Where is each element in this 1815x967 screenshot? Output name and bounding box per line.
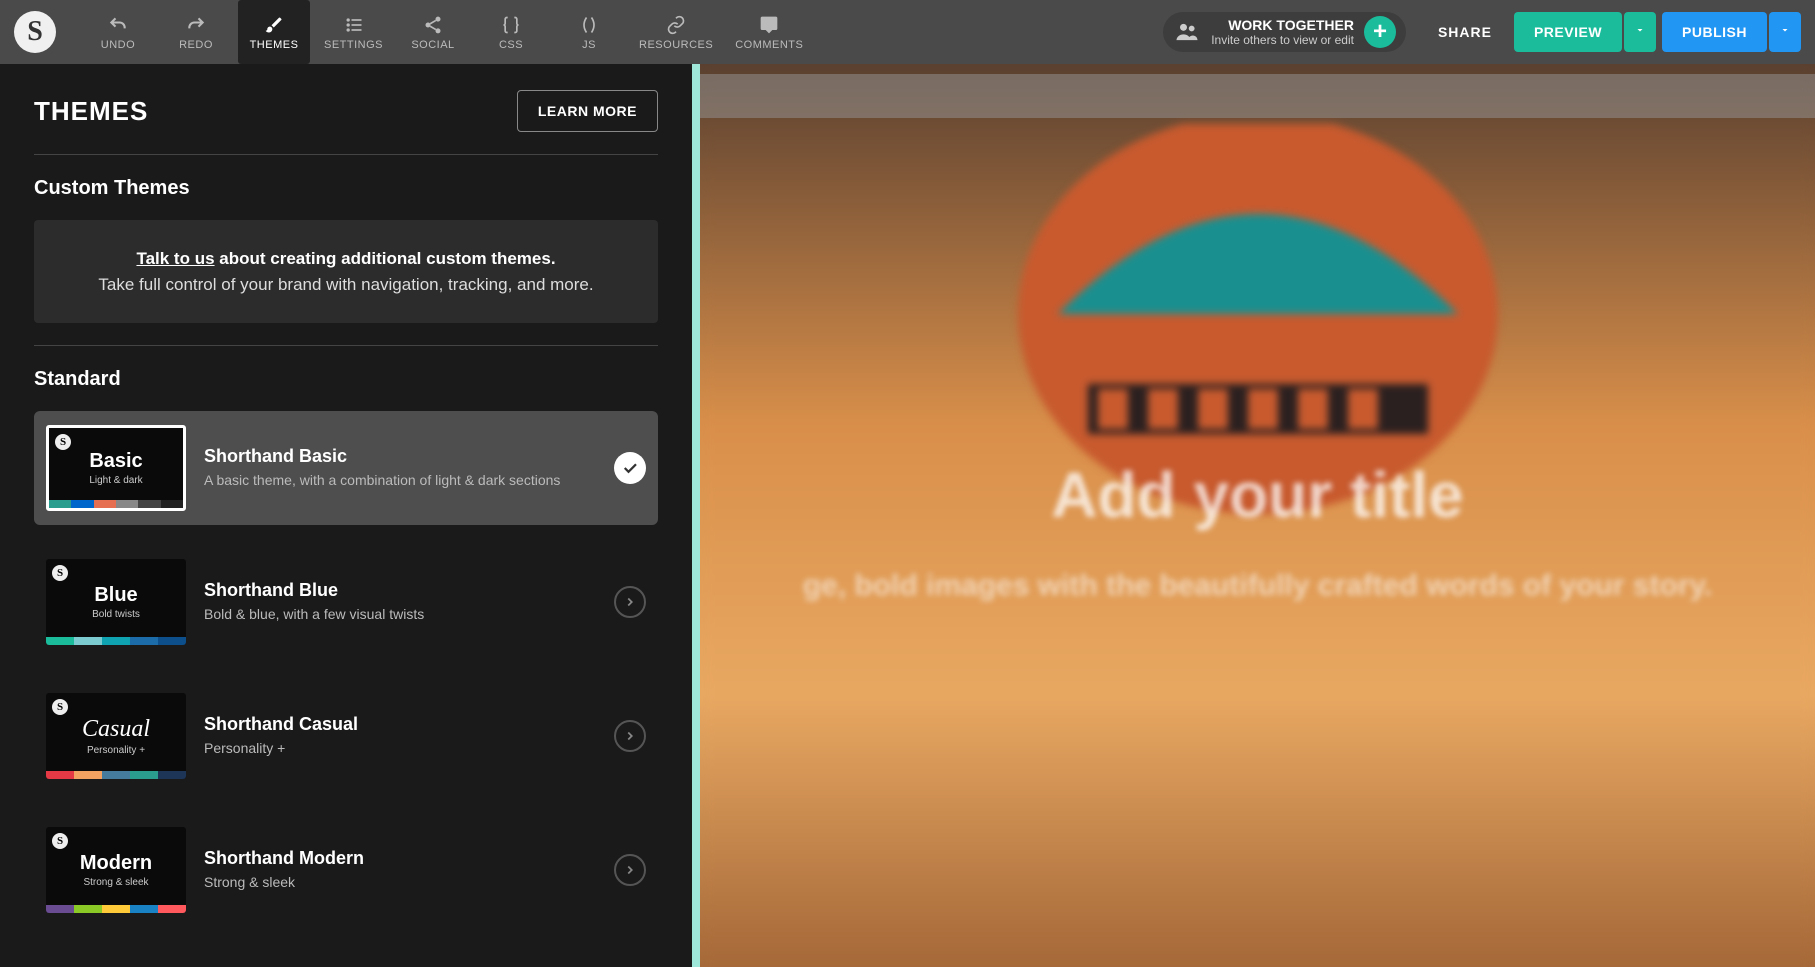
theme-palette: [46, 905, 186, 913]
comments-label: COMMENTS: [735, 39, 803, 51]
undo-button[interactable]: UNDO: [82, 0, 154, 64]
divider: [34, 345, 658, 346]
cta-body-text: Take full control of your brand with nav…: [98, 275, 593, 294]
thumb-subtitle: Personality +: [87, 745, 145, 756]
collab-subtitle: Invite others to view or edit: [1211, 33, 1354, 47]
theme-description: Strong & sleek: [204, 873, 596, 893]
preview-button[interactable]: PREVIEW: [1514, 12, 1622, 52]
panel-title: THEMES: [34, 96, 148, 127]
shorthand-badge-icon: S: [55, 434, 71, 450]
braces-icon: [500, 14, 522, 36]
share-button[interactable]: SHARE: [1422, 14, 1508, 50]
theme-thumbnail: S Modern Strong & sleek: [46, 827, 186, 913]
shorthand-badge-icon: S: [52, 699, 68, 715]
theme-info: Shorthand Casual Personality +: [204, 714, 596, 759]
js-button[interactable]: JS: [553, 0, 625, 64]
theme-card[interactable]: S Modern Strong & sleek Shorthand Modern Str…: [34, 813, 658, 927]
thumb-subtitle: Strong & sleek: [83, 877, 148, 888]
themes-panel: THEMES LEARN MORE Custom Themes Talk to …: [0, 64, 700, 967]
parens-icon: [578, 14, 600, 36]
work-together-button[interactable]: WORK TOGETHER Invite others to view or e…: [1163, 12, 1406, 52]
resources-label: RESOURCES: [639, 39, 713, 51]
divider: [34, 154, 658, 155]
plus-icon: +: [1373, 18, 1387, 46]
publish-button[interactable]: PUBLISH: [1662, 12, 1767, 52]
cta-strong-text: about creating additional custom themes.: [215, 249, 556, 268]
chevron-right-icon[interactable]: [614, 720, 646, 752]
shorthand-badge-icon: S: [52, 833, 68, 849]
selected-check-icon: [614, 452, 646, 484]
resources-button[interactable]: RESOURCES: [631, 0, 721, 64]
thumb-name: Blue: [94, 584, 137, 607]
settings-button[interactable]: SETTINGS: [316, 0, 391, 64]
chevron-down-icon: [1779, 24, 1791, 36]
thumb-name: Modern: [80, 852, 152, 875]
theme-thumbnail: S Blue Bold twists: [46, 559, 186, 645]
themes-button[interactable]: THEMES: [238, 0, 310, 64]
theme-info: Shorthand Modern Strong & sleek: [204, 848, 596, 893]
brush-icon: [263, 14, 285, 36]
js-label: JS: [582, 39, 596, 51]
standard-heading: Standard: [34, 368, 658, 391]
add-collaborator-button[interactable]: +: [1364, 16, 1396, 48]
chevron-right-icon[interactable]: [614, 586, 646, 618]
theme-thumbnail: S Basic Light & dark: [46, 425, 186, 511]
collab-title: WORK TOGETHER: [1228, 17, 1354, 33]
theme-palette: [49, 500, 183, 508]
theme-thumbnail: S Casual Personality +: [46, 693, 186, 779]
canvas-title-placeholder[interactable]: Add your title: [756, 458, 1760, 532]
comment-icon: [758, 14, 780, 36]
undo-icon: [107, 14, 129, 36]
people-icon: [1173, 18, 1201, 46]
theme-name: Shorthand Basic: [204, 446, 596, 467]
comments-button[interactable]: COMMENTS: [727, 0, 811, 64]
editor-canvas[interactable]: Add your title ge, bold images with the …: [700, 64, 1815, 967]
theme-palette: [46, 771, 186, 779]
custom-themes-cta: Talk to us about creating additional cus…: [34, 220, 658, 323]
theme-card[interactable]: S Casual Personality + Shorthand Casual Pers…: [34, 679, 658, 793]
thumb-subtitle: Light & dark: [89, 475, 142, 486]
preview-dropdown-button[interactable]: [1624, 12, 1656, 52]
social-button[interactable]: SOCIAL: [397, 0, 469, 64]
canvas-top-bar: [700, 74, 1815, 118]
redo-icon: [185, 14, 207, 36]
theme-name: Shorthand Casual: [204, 714, 596, 735]
theme-card[interactable]: S Basic Light & dark Shorthand Basic A basic…: [34, 411, 658, 525]
list-icon: [343, 14, 365, 36]
link-icon: [665, 14, 687, 36]
chevron-right-icon[interactable]: [614, 854, 646, 886]
social-label: SOCIAL: [411, 39, 454, 51]
redo-button[interactable]: REDO: [160, 0, 232, 64]
thumb-name: Basic: [89, 450, 142, 473]
css-button[interactable]: CSS: [475, 0, 547, 64]
app-logo[interactable]: S: [14, 11, 56, 53]
theme-name: Shorthand Modern: [204, 848, 596, 869]
theme-card[interactable]: S Blue Bold twists Shorthand Blue Bold & blu…: [34, 545, 658, 659]
theme-description: A basic theme, with a combination of lig…: [204, 471, 596, 491]
share-icon: [422, 14, 444, 36]
custom-themes-heading: Custom Themes: [34, 177, 658, 200]
shorthand-badge-icon: S: [52, 565, 68, 581]
chevron-down-icon: [1634, 24, 1646, 36]
theme-description: Personality +: [204, 739, 596, 759]
settings-label: SETTINGS: [324, 39, 383, 51]
thumb-name: Casual: [82, 716, 150, 743]
undo-label: UNDO: [101, 39, 135, 51]
theme-info: Shorthand Basic A basic theme, with a com…: [204, 446, 596, 491]
talk-to-us-link[interactable]: Talk to us: [136, 249, 214, 268]
themes-label: THEMES: [250, 39, 299, 51]
thumb-subtitle: Bold twists: [92, 609, 140, 620]
theme-name: Shorthand Blue: [204, 580, 596, 601]
redo-label: REDO: [179, 39, 213, 51]
theme-info: Shorthand Blue Bold & blue, with a few vi…: [204, 580, 596, 625]
canvas-subtitle-placeholder[interactable]: ge, bold images with the beautifully cra…: [756, 562, 1760, 610]
themes-list: S Basic Light & dark Shorthand Basic A basic…: [34, 411, 658, 927]
learn-more-button[interactable]: LEARN MORE: [517, 90, 658, 132]
theme-description: Bold & blue, with a few visual twists: [204, 605, 596, 625]
publish-dropdown-button[interactable]: [1769, 12, 1801, 52]
css-label: CSS: [499, 39, 523, 51]
top-toolbar: S UNDO REDO THEMES SETTINGS SOCIAL CSS: [0, 0, 1815, 64]
theme-palette: [46, 637, 186, 645]
